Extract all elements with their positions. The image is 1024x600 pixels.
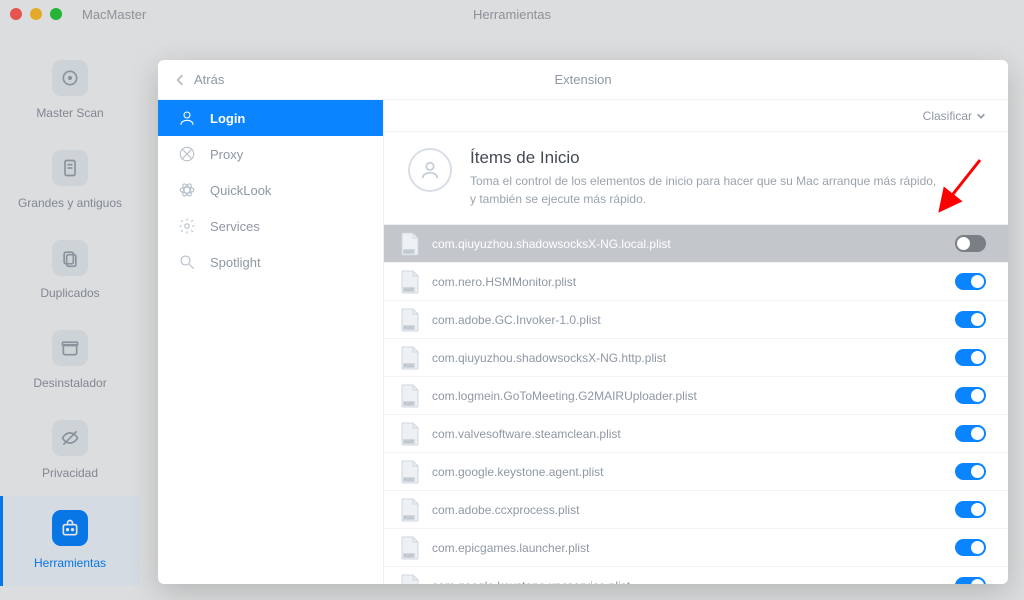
toolbox-icon [52,510,88,546]
plist-file-icon: PLIST [400,422,420,446]
login-item-name: com.google.keystone.agent.plist [432,465,943,479]
sidebar-item-label: Desinstalador [33,376,106,390]
doc-icon [52,150,88,186]
login-item-name: com.logmein.GoToMeeting.G2MAIRUploader.p… [432,389,943,403]
login-item-name: com.adobe.ccxprocess.plist [432,503,943,517]
sidebar-item-duplicados[interactable]: Duplicados [0,226,140,316]
enable-toggle[interactable] [955,463,986,480]
extension-modal: Atrás Extension Login Proxy QuickLook Servi… [158,60,1008,584]
app-name: MacMaster [82,7,146,22]
plist-file-icon: PLIST [400,498,420,522]
login-item-name: com.nero.HSMMonitor.plist [432,275,943,289]
eye-off-icon [52,420,88,456]
section-title: Ítems de Inicio [470,148,940,168]
svg-text:PLIST: PLIST [404,478,415,482]
sidebar: Master Scan Grandes y antiguos Duplicados D… [0,28,140,600]
svg-text:PLIST: PLIST [404,364,415,368]
plist-file-icon: PLIST [400,574,420,585]
stack-icon [52,240,88,276]
enable-toggle[interactable] [955,387,986,404]
enable-toggle[interactable] [955,311,986,328]
sidebar-item-label: Privacidad [42,466,98,480]
enable-toggle[interactable] [955,273,986,290]
plist-file-icon: PLIST [400,346,420,370]
category-login[interactable]: Login [158,100,383,136]
sidebar-item-label: Grandes y antiguos [18,196,122,210]
svg-text:PLIST: PLIST [404,288,415,292]
svg-text:PLIST: PLIST [404,402,415,406]
plist-file-icon: PLIST [400,308,420,332]
enable-toggle[interactable] [955,349,986,366]
section-intro: Ítems de Inicio Toma el control de los e… [384,132,1008,225]
plist-file-icon: PLIST [400,460,420,484]
sidebar-item-label: Master Scan [36,106,103,120]
minimize-window-button[interactable] [30,8,42,20]
login-item-name: com.adobe.GC.Invoker-1.0.plist [432,313,943,327]
plist-file-icon: PLIST [400,270,420,294]
category-list: Login Proxy QuickLook Services Spotlight [158,100,384,584]
category-services[interactable]: Services [158,208,383,244]
login-item-name: com.epicgames.launcher.plist [432,541,943,555]
login-item-row[interactable]: PLIST com.nero.HSMMonitor.plist [384,263,1008,301]
category-spotlight[interactable]: Spotlight [158,244,383,280]
section-desc: Toma el control de los elementos de inic… [470,172,940,208]
login-item-row[interactable]: PLIST com.qiuyuzhou.shadowsocksX-NG.http.… [384,339,1008,377]
sidebar-item-grandes[interactable]: Grandes y antiguos [0,136,140,226]
category-label: Spotlight [210,255,261,270]
detail-pane: Clasificar Ítems de Inicio Toma el contr… [384,100,1008,584]
enable-toggle[interactable] [955,539,986,556]
zoom-window-button[interactable] [50,8,62,20]
sidebar-item-herramientas[interactable]: Herramientas [0,496,140,586]
close-window-button[interactable] [10,8,22,20]
plist-file-icon: PLIST [400,232,420,256]
back-button[interactable]: Atrás [158,72,224,87]
items-list[interactable]: PLIST com.qiuyuzhou.shadowsocksX-NG.local… [384,225,1008,584]
login-item-row[interactable]: PLIST com.valvesoftware.steamclean.plist [384,415,1008,453]
window-title: Herramientas [473,7,551,22]
svg-text:PLIST: PLIST [404,554,415,558]
login-item-row[interactable]: PLIST com.epicgames.launcher.plist [384,529,1008,567]
archive-icon [52,330,88,366]
plist-file-icon: PLIST [400,536,420,560]
chevron-down-icon [976,111,986,121]
sidebar-item-desinstalador[interactable]: Desinstalador [0,316,140,406]
target-icon [52,60,88,96]
enable-toggle[interactable] [955,235,986,252]
login-item-name: com.qiuyuzhou.shadowsocksX-NG.local.plis… [432,237,943,251]
sort-dropdown[interactable]: Clasificar [384,100,1008,132]
user-icon [408,148,452,192]
category-label: Proxy [210,147,243,162]
login-item-row[interactable]: PLIST com.google.keystone.agent.plist [384,453,1008,491]
category-label: Login [210,111,245,126]
enable-toggle[interactable] [955,425,986,442]
sort-label: Clasificar [923,109,972,123]
category-label: QuickLook [210,183,271,198]
login-item-name: com.google.keystone.xpcservice.plist [432,579,943,585]
svg-text:PLIST: PLIST [404,250,415,254]
modal-header: Atrás Extension [158,60,1008,100]
modal-title: Extension [554,72,611,87]
svg-text:PLIST: PLIST [404,440,415,444]
login-item-row[interactable]: PLIST com.google.keystone.xpcservice.plis… [384,567,1008,584]
svg-text:PLIST: PLIST [404,326,415,330]
svg-text:PLIST: PLIST [404,516,415,520]
sidebar-item-label: Herramientas [34,556,106,570]
login-item-name: com.valvesoftware.steamclean.plist [432,427,943,441]
sidebar-item-label: Duplicados [40,286,99,300]
login-item-row[interactable]: PLIST com.qiuyuzhou.shadowsocksX-NG.local… [384,225,1008,263]
enable-toggle[interactable] [955,501,986,518]
login-item-name: com.qiuyuzhou.shadowsocksX-NG.http.plist [432,351,943,365]
titlebar: MacMaster Herramientas [0,0,1024,28]
sidebar-item-privacidad[interactable]: Privacidad [0,406,140,496]
login-item-row[interactable]: PLIST com.adobe.GC.Invoker-1.0.plist [384,301,1008,339]
login-item-row[interactable]: PLIST com.adobe.ccxprocess.plist [384,491,1008,529]
category-proxy[interactable]: Proxy [158,136,383,172]
enable-toggle[interactable] [955,577,986,584]
plist-file-icon: PLIST [400,384,420,408]
category-quicklook[interactable]: QuickLook [158,172,383,208]
login-item-row[interactable]: PLIST com.logmein.GoToMeeting.G2MAIRUploa… [384,377,1008,415]
sidebar-item-master-scan[interactable]: Master Scan [0,46,140,136]
category-label: Services [210,219,260,234]
back-label: Atrás [194,72,224,87]
